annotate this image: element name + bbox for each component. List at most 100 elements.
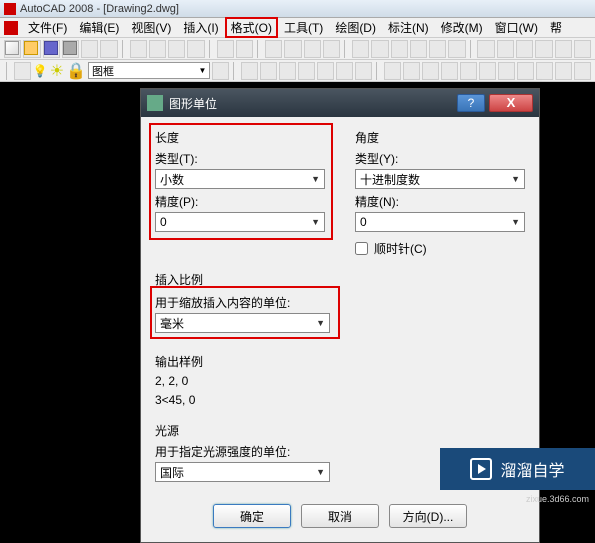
toolbar-separator	[470, 40, 474, 58]
cancel-button[interactable]: 取消	[301, 504, 379, 528]
cut-button[interactable]	[130, 40, 147, 58]
layer-tb3[interactable]	[422, 62, 439, 80]
publish-button[interactable]	[100, 40, 117, 58]
app-menu-icon[interactable]	[4, 21, 18, 35]
layer-combo-value: 图框	[92, 63, 114, 79]
tb-extra2[interactable]	[516, 40, 533, 58]
layer-tb2[interactable]	[403, 62, 420, 80]
tb-extra5[interactable]	[574, 40, 591, 58]
doc-name: [Drawing2.dwg]	[103, 3, 179, 15]
dialog-help-button[interactable]: ?	[457, 94, 485, 112]
layer-combo[interactable]: 图框	[88, 62, 210, 79]
angle-precision-combo[interactable]: 0	[355, 212, 525, 232]
menu-file[interactable]: 文件(F)	[22, 17, 73, 38]
light-combo[interactable]: 国际	[155, 462, 330, 482]
tb-extra3[interactable]	[535, 40, 552, 58]
menu-tools[interactable]: 工具(T)	[278, 17, 329, 38]
watermark: 溜溜自学	[440, 448, 595, 490]
layer-uniso-button[interactable]	[279, 62, 296, 80]
zoom-previous-button[interactable]	[323, 40, 340, 58]
layer-match-button[interactable]	[355, 62, 372, 80]
dialog-titlebar[interactable]: 图形单位 ? X	[141, 89, 539, 117]
length-precision-value: 0	[160, 215, 167, 229]
menubar: 文件(F) 编辑(E) 视图(V) 插入(I) 格式(O) 工具(T) 绘图(D…	[0, 18, 595, 38]
clockwise-checkbox[interactable]	[355, 242, 368, 255]
length-precision-label: 精度(P):	[155, 193, 325, 210]
new-button[interactable]	[4, 40, 21, 58]
insert-scale-combo[interactable]: 毫米	[155, 313, 330, 333]
menu-draw[interactable]: 绘图(D)	[329, 17, 382, 38]
menu-window[interactable]: 窗口(W)	[489, 17, 544, 38]
layer-previous-button[interactable]	[212, 62, 229, 80]
length-type-combo[interactable]: 小数	[155, 169, 325, 189]
layer-on-icon: 💡	[33, 64, 48, 78]
tb-extra4[interactable]	[555, 40, 572, 58]
sheet-set-button[interactable]	[410, 40, 427, 58]
insert-scale-label: 用于缩放插入内容的单位:	[155, 294, 334, 311]
direction-button[interactable]: 方向(D)...	[389, 504, 467, 528]
design-center-button[interactable]	[371, 40, 388, 58]
layer-make-current-button[interactable]	[336, 62, 353, 80]
plot-button[interactable]	[62, 40, 79, 58]
tool-palette-button[interactable]	[391, 40, 408, 58]
layer-tb5[interactable]	[460, 62, 477, 80]
watermark-text: 溜溜自学	[500, 457, 564, 481]
angle-type-combo[interactable]: 十进制度数	[355, 169, 525, 189]
sample-group-label: 输出样例	[155, 353, 525, 370]
layer-off-button[interactable]	[317, 62, 334, 80]
layer-tb11[interactable]	[574, 62, 591, 80]
insert-scale-highlight: 用于缩放插入内容的单位: 毫米	[150, 286, 340, 339]
layer-tb1[interactable]	[384, 62, 401, 80]
properties-button[interactable]	[352, 40, 369, 58]
layer-freeze-icon: ☀	[50, 61, 64, 81]
layer-lock-icon: 🔒	[66, 61, 86, 81]
pan-button[interactable]	[265, 40, 282, 58]
dialog-title: 图形单位	[169, 95, 457, 112]
zoom-window-button[interactable]	[304, 40, 321, 58]
preview-button[interactable]	[81, 40, 98, 58]
redo-button[interactable]	[236, 40, 253, 58]
toolbar-separator	[344, 40, 348, 58]
save-button[interactable]	[43, 40, 60, 58]
layer-tb9[interactable]	[536, 62, 553, 80]
menu-edit[interactable]: 编辑(E)	[73, 17, 125, 38]
tb-extra1[interactable]	[497, 40, 514, 58]
angle-type-label: 类型(Y):	[355, 150, 525, 167]
match-button[interactable]	[187, 40, 204, 58]
layer-states-button[interactable]	[241, 62, 258, 80]
zoom-button[interactable]	[284, 40, 301, 58]
angle-type-value: 十进制度数	[360, 171, 420, 188]
menu-view[interactable]: 视图(V)	[125, 17, 177, 38]
paste-button[interactable]	[168, 40, 185, 58]
calc-button[interactable]	[448, 40, 465, 58]
layer-freeze-button[interactable]	[298, 62, 315, 80]
length-group-highlight: 长度 类型(T): 小数 精度(P): 0	[149, 123, 333, 240]
app-name: AutoCAD 2008	[20, 3, 93, 15]
light-group-label: 光源	[155, 422, 525, 439]
layer-tb7[interactable]	[498, 62, 515, 80]
angle-precision-label: 精度(N):	[355, 193, 525, 210]
menu-dimension[interactable]: 标注(N)	[382, 17, 435, 38]
toolbar-separator	[122, 40, 126, 58]
menu-help[interactable]: 帮	[544, 17, 568, 38]
layer-props-button[interactable]	[14, 62, 31, 80]
menu-format[interactable]: 格式(O)	[225, 17, 278, 38]
menu-insert[interactable]: 插入(I)	[177, 17, 224, 38]
copy-button[interactable]	[149, 40, 166, 58]
ok-button[interactable]: 确定	[213, 504, 291, 528]
layer-iso-button[interactable]	[260, 62, 277, 80]
layer-tb4[interactable]	[441, 62, 458, 80]
length-precision-combo[interactable]: 0	[155, 212, 325, 232]
layer-tb8[interactable]	[517, 62, 534, 80]
undo-button[interactable]	[217, 40, 234, 58]
layer-tb10[interactable]	[555, 62, 572, 80]
toolbar-separator	[376, 62, 380, 80]
menu-modify[interactable]: 修改(M)	[435, 17, 489, 38]
markup-button[interactable]	[429, 40, 446, 58]
help-button[interactable]	[477, 40, 494, 58]
dialog-close-button[interactable]: X	[489, 94, 533, 112]
open-button[interactable]	[23, 40, 40, 58]
layer-tb6[interactable]	[479, 62, 496, 80]
standard-toolbar	[0, 38, 595, 60]
sample-line1: 2, 2, 0	[155, 373, 525, 389]
